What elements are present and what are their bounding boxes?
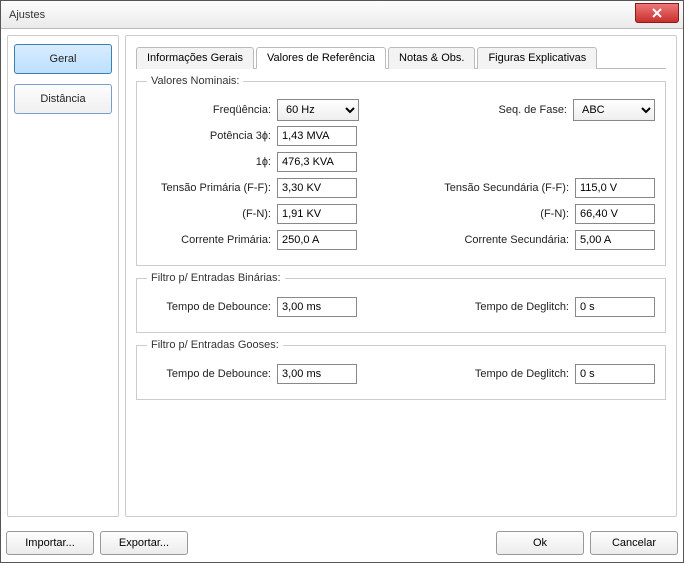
label-primary-voltage-fn: (F-N): [147,208,277,220]
label-secondary-voltage-fn: (F-N): [420,208,575,220]
tab-info[interactable]: Informações Gerais [136,47,254,69]
tab-notes[interactable]: Notas & Obs. [388,47,475,69]
input-power-1ph[interactable] [277,152,357,172]
legend-goose-filter: Filtro p/ Entradas Gooses: [147,339,283,351]
label-bin-debounce: Tempo de Debounce: [147,301,277,313]
legend-nominal: Valores Nominais: [147,75,243,87]
select-phase-sequence[interactable]: ABC [573,99,655,121]
label-goose-debounce: Tempo de Debounce: [147,368,277,380]
label-primary-voltage-ff: Tensão Primária (F-F): [147,182,277,194]
close-button[interactable] [635,3,679,23]
import-button[interactable]: Importar... [6,531,94,555]
select-frequency[interactable]: 60 Hz [277,99,359,121]
label-goose-deglitch: Tempo de Deglitch: [420,368,575,380]
input-secondary-current[interactable] [575,230,655,250]
input-primary-voltage-ff[interactable] [277,178,357,198]
title-bar: Ajustes [1,1,683,29]
label-secondary-current: Corrente Secundária: [420,234,575,246]
input-goose-deglitch[interactable] [575,364,655,384]
window-title: Ajustes [9,9,45,21]
bottom-button-bar: Importar... Exportar... Ok Cancelar [6,529,678,557]
close-icon [651,8,663,18]
label-frequency: Freqüência: [147,104,277,116]
export-button[interactable]: Exportar... [100,531,188,555]
label-secondary-voltage-ff: Tensão Secundária (F-F): [420,182,575,194]
cancel-button[interactable]: Cancelar [590,531,678,555]
main-panel: Informações Gerais Valores de Referência… [125,35,677,517]
label-primary-current: Corrente Primária: [147,234,277,246]
input-bin-deglitch[interactable] [575,297,655,317]
sidebar-item-general[interactable]: Geral [14,44,112,74]
fieldset-nominal: Valores Nominais: Freqüência: 60 Hz Seq.… [136,75,666,266]
label-phase-sequence: Seq. de Fase: [418,104,573,116]
fieldset-binary-filter: Filtro p/ Entradas Binárias: Tempo de De… [136,272,666,333]
ok-button[interactable]: Ok [496,531,584,555]
input-goose-debounce[interactable] [277,364,357,384]
label-bin-deglitch: Tempo de Deglitch: [420,301,575,313]
fieldset-goose-filter: Filtro p/ Entradas Gooses: Tempo de Debo… [136,339,666,400]
legend-binary-filter: Filtro p/ Entradas Binárias: [147,272,285,284]
input-primary-current[interactable] [277,230,357,250]
tab-strip: Informações Gerais Valores de Referência… [136,46,666,69]
input-primary-voltage-fn[interactable] [277,204,357,224]
tab-reference-values[interactable]: Valores de Referência [256,47,386,69]
input-bin-debounce[interactable] [277,297,357,317]
sidebar-item-distance[interactable]: Distância [14,84,112,114]
tab-figures[interactable]: Figuras Explicativas [477,47,597,69]
input-secondary-voltage-fn[interactable] [575,204,655,224]
input-secondary-voltage-ff[interactable] [575,178,655,198]
input-power-3ph[interactable] [277,126,357,146]
label-power-3ph: Potência 3ɸ: [147,130,277,142]
label-power-1ph: 1ɸ: [147,156,277,168]
sidebar: Geral Distância [7,35,119,517]
